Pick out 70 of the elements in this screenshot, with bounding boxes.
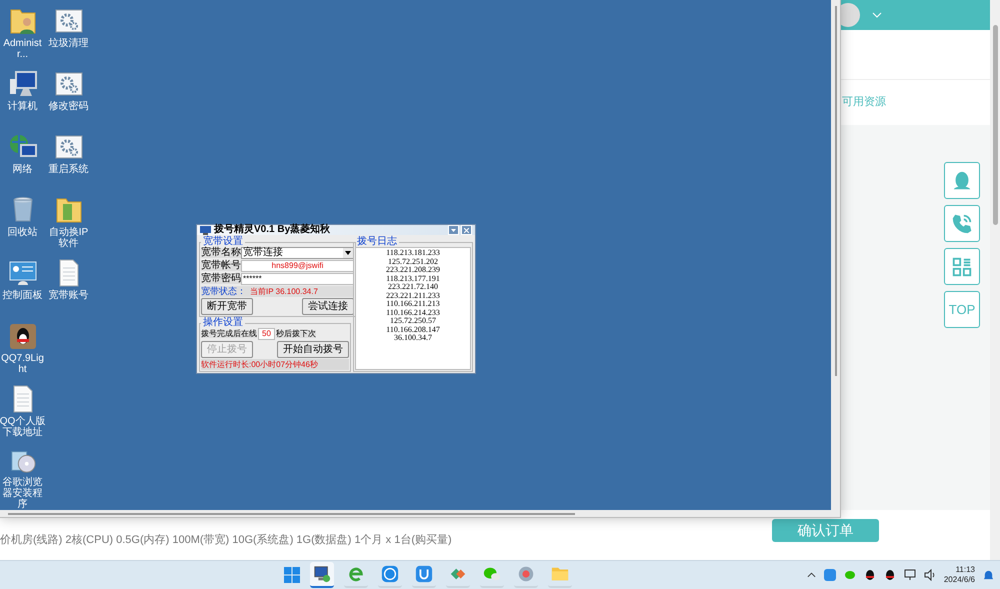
network-icon[interactable] (904, 569, 916, 581)
windows-start-icon[interactable] (284, 567, 300, 583)
log-entry: 36.100.34.7 (394, 334, 432, 342)
field-label: 宽带名称 (201, 248, 241, 258)
group-legend: 操作设置 (201, 318, 245, 328)
clock-date: 2024/6/6 (944, 575, 975, 585)
clock-time: 11:13 (956, 565, 975, 575)
field-label: 宽带密码 (201, 274, 241, 284)
taskbar-app-icon[interactable] (310, 562, 334, 588)
minimize-button[interactable] (448, 225, 459, 235)
float-button[interactable] (944, 248, 980, 285)
group-legend: 宽带设置 (201, 237, 245, 247)
desktop-icon-label[interactable]: 自动换IP软件 (45, 227, 92, 249)
qr-code-icon (951, 256, 973, 278)
close-icon (464, 228, 469, 232)
field-label: 秒后拨下次 (276, 330, 316, 338)
account-field[interactable]: hns899@jswifi (241, 260, 354, 272)
dialog-button[interactable]: 断开宽带 (201, 298, 253, 315)
runtime-text: 软件运行时长:00小时07分钟46秒 (201, 359, 349, 370)
desktop-icon-label[interactable]: 修改密码 (45, 101, 92, 112)
field-label: 拨号完成后在线 (201, 330, 257, 338)
chevron-up-icon[interactable] (806, 572, 816, 578)
phone-icon (951, 212, 973, 234)
log-entry: 110.166.208.147 (386, 326, 440, 334)
float-button[interactable] (944, 205, 980, 242)
desktop-icon-label[interactable]: 网络 (0, 164, 46, 175)
log-entry: 223.221.72.140 (388, 283, 438, 292)
log-entry: 223.221.208.239 (386, 266, 440, 274)
status-value: 当前IP 36.100.34.7 (250, 286, 318, 297)
desktop-icon-label[interactable]: 宽带账号 (45, 290, 92, 301)
float-button[interactable] (944, 162, 980, 199)
caret-down-icon (451, 228, 456, 232)
desktop-icon-label[interactable]: 谷歌浏览器安装程序 (0, 477, 46, 510)
desktop-icon-label[interactable]: 计算机 (0, 101, 46, 112)
field-label: 宽带帐号 (201, 261, 241, 271)
speaker-icon[interactable] (924, 569, 936, 581)
clock[interactable]: 11:13 2024/6/6 (944, 565, 975, 585)
broadband-name-dropdown[interactable]: 宽带连接 (241, 247, 354, 259)
log-entry: 110.166.211.213 (386, 300, 440, 308)
notification-bell-icon[interactable] (983, 570, 994, 580)
log-entry: 125.72.251.202 (388, 258, 438, 266)
log-entry: 118.213.177.191 (386, 274, 440, 283)
dropdown-arrow-icon (343, 248, 353, 258)
seconds-field[interactable]: 50 (258, 328, 275, 340)
dialog-button[interactable]: 开始自动拨号 (277, 341, 349, 358)
password-field[interactable]: ****** (241, 273, 354, 285)
tray-chat-icon[interactable] (844, 569, 856, 581)
dialog-title: 拨号精灵V0.1 By蒸菱知秋 (214, 225, 330, 235)
monitor-icon (200, 226, 211, 234)
desktop-icon-label[interactable]: 控制面板 (0, 290, 46, 301)
status-label: 宽带状态： (201, 286, 246, 297)
desktop-icon-label[interactable]: Administr... (0, 38, 46, 60)
tray-penguin-icon[interactable] (864, 569, 876, 581)
log-entry: 110.166.214.233 (386, 308, 440, 317)
log-entry: 118.213.181.233 (386, 249, 440, 258)
desktop-icon-label[interactable]: QQ个人版下载地址 (0, 416, 46, 438)
desktop-icon-label[interactable]: 重启系统 (45, 164, 92, 175)
close-button[interactable] (461, 225, 472, 235)
tray-penguin-icon[interactable] (884, 569, 896, 581)
desktop-icon-label[interactable]: 垃圾清理 (45, 38, 92, 49)
desktop-icon-label[interactable]: 回收站 (0, 227, 46, 238)
chevron-down-icon (872, 12, 882, 18)
computer-icon (8, 69, 38, 99)
tray-app-icon[interactable] (824, 569, 836, 581)
desktop-icon-label[interactable]: QQ7.9Light (0, 353, 46, 375)
group-legend: 拨号日志 (355, 237, 399, 247)
dialog-button[interactable]: 尝试连接 (302, 298, 354, 315)
log-entry: 223.221.211.233 (386, 292, 440, 300)
log-entry: 125.72.250.57 (390, 317, 436, 326)
order-spec-text: 价机房(线路) 2核(CPU) 0.5G(内存) 100M(带宽) 10G(系统盘) 1G(数据盘) 1个月 x 1台(购买量) (0, 532, 452, 548)
